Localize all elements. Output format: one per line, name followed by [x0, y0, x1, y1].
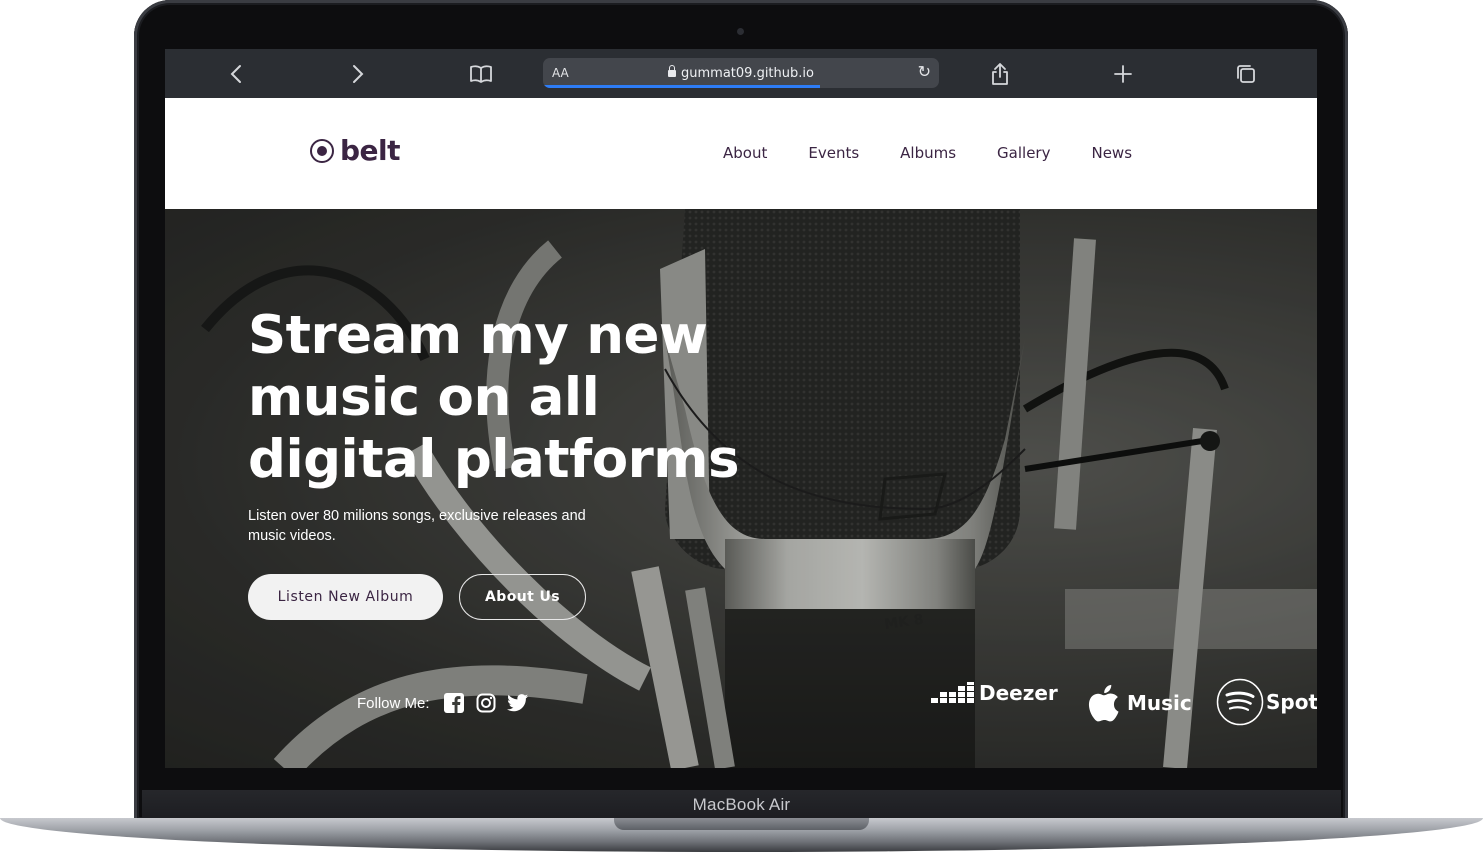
- about-us-button[interactable]: About Us: [459, 574, 586, 620]
- site-logo[interactable]: belt: [310, 134, 401, 167]
- url-text: gummat09.github.io: [681, 66, 814, 81]
- apple-music-label: Music: [1127, 691, 1192, 715]
- hero-title-line-1: Stream my new: [248, 305, 708, 366]
- nav-events[interactable]: Events: [808, 144, 859, 162]
- main-nav: About Events Albums Gallery News: [723, 144, 1173, 162]
- nav-about[interactable]: About: [723, 144, 767, 162]
- spotify-label: Spoti: [1266, 690, 1317, 714]
- browser-screen: AA gummat09.github.io ↻ belt About Event…: [165, 49, 1317, 768]
- plus-icon: [1114, 65, 1132, 83]
- browser-toolbar: AA gummat09.github.io ↻: [165, 49, 1317, 98]
- back-button[interactable]: [223, 61, 249, 87]
- reload-icon[interactable]: ↻: [918, 62, 931, 82]
- instagram-icon[interactable]: [475, 692, 497, 714]
- hero-section: MK 8 Stream my new music on all digital …: [165, 209, 1317, 768]
- apple-icon: [1088, 684, 1119, 722]
- share-icon: [992, 63, 1008, 85]
- twitter-icon[interactable]: [506, 692, 529, 714]
- hero-subtitle-line-2: music videos.: [248, 528, 336, 544]
- hero-title-line-3: digital platforms: [248, 429, 740, 490]
- logo-mark-icon: [310, 138, 334, 163]
- url-display[interactable]: gummat09.github.io: [543, 65, 939, 81]
- hero-title: Stream my new music on all digital platf…: [248, 305, 868, 491]
- laptop-hinge-notch: [614, 818, 869, 830]
- address-bar[interactable]: AA gummat09.github.io ↻: [543, 58, 939, 88]
- book-icon: [470, 65, 492, 83]
- nav-albums[interactable]: Albums: [900, 144, 956, 162]
- apple-music-link[interactable]: Music: [1083, 681, 1192, 725]
- camera-icon: [737, 28, 744, 35]
- facebook-icon[interactable]: [443, 692, 465, 714]
- deezer-link[interactable]: Deezer: [931, 681, 1058, 705]
- load-progress-bar: [543, 85, 821, 88]
- tabs-icon: [1237, 65, 1255, 83]
- hero-subtitle-line-1: Listen over 80 milions songs, exclusive …: [248, 508, 586, 524]
- spotify-link[interactable]: Spoti: [1216, 678, 1317, 726]
- deezer-label: Deezer: [979, 681, 1058, 705]
- follow-label: Follow Me:: [357, 694, 430, 712]
- bookmarks-button[interactable]: [468, 61, 494, 87]
- spotify-icon: [1216, 678, 1264, 726]
- logo-text: belt: [340, 134, 401, 167]
- new-tab-button[interactable]: [1110, 61, 1136, 87]
- laptop-chin: MacBook Air: [142, 790, 1341, 820]
- listen-new-album-button[interactable]: Listen New Album: [248, 574, 443, 620]
- hero-subtitle: Listen over 80 milions songs, exclusive …: [248, 506, 608, 546]
- chevron-right-icon: [353, 65, 364, 83]
- lock-icon: [668, 65, 677, 77]
- forward-button[interactable]: [345, 61, 371, 87]
- tabs-overview-button[interactable]: [1233, 61, 1259, 87]
- chevron-left-icon: [230, 65, 241, 83]
- deezer-icon: [931, 682, 974, 703]
- device-label: MacBook Air: [692, 795, 791, 814]
- hero-title-line-2: music on all: [248, 367, 600, 428]
- site-header: belt About Events Albums Gallery News: [165, 98, 1317, 209]
- nav-news[interactable]: News: [1091, 144, 1132, 162]
- follow-me: Follow Me:: [357, 692, 539, 714]
- nav-gallery[interactable]: Gallery: [997, 144, 1050, 162]
- share-button[interactable]: [987, 61, 1013, 87]
